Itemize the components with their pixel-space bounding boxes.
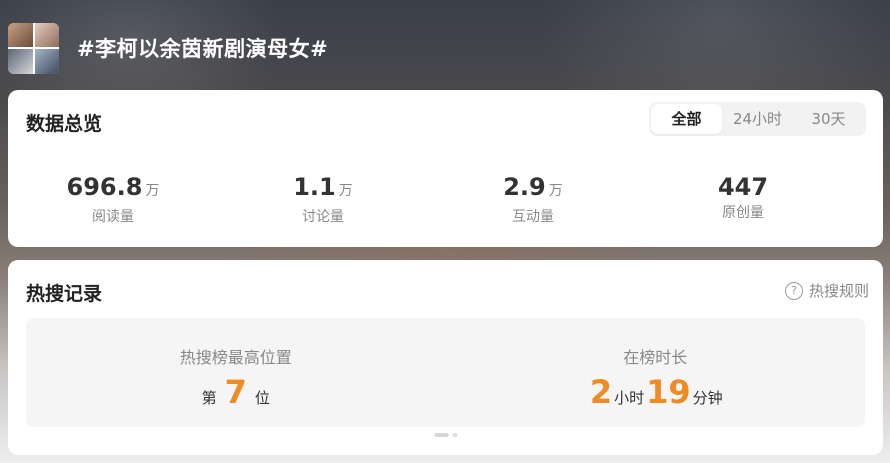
stat-originals: 447 原创量 <box>638 172 848 226</box>
thumbnail-tile <box>8 49 33 74</box>
peak-rank-number: 7 <box>224 373 247 411</box>
stat-value: 1.1 万 <box>218 172 428 206</box>
minutes-number: 19 <box>646 373 691 411</box>
tab-all[interactable]: 全部 <box>651 104 722 134</box>
minutes-unit: 分钟 <box>692 389 723 407</box>
topic-thumbnail[interactable] <box>8 22 59 74</box>
peak-suffix: 位 <box>254 389 270 407</box>
stat-value: 2.9 万 <box>428 172 638 206</box>
stat-label: 讨论量 <box>302 209 344 225</box>
topic-header: #李柯以余茵新剧演母女# <box>8 22 328 74</box>
hot-search-title: 热搜记录 <box>26 283 103 305</box>
overview-card: 数据总览 全部 24小时 30天 696.8 万 阅读量 1.1 万 讨论量 2.9… <box>8 90 883 247</box>
question-circle-icon: ? <box>784 281 803 300</box>
peak-position: 热搜榜最高位置 第 7 位 <box>26 318 446 427</box>
tab-24h[interactable]: 24小时 <box>722 104 793 134</box>
thumbnail-tile <box>8 22 33 47</box>
stat-value: 696.8 万 <box>8 172 218 206</box>
carousel-indicator <box>434 433 457 437</box>
thumbnail-tile <box>34 22 59 47</box>
overview-title: 数据总览 <box>26 113 103 135</box>
stat-unit: 万 <box>145 183 160 199</box>
stat-unit: 万 <box>338 183 353 199</box>
topic-title: #李柯以余茵新剧演母女# <box>77 37 329 61</box>
time-on-list-value: 2 小时 19 分钟 <box>446 374 866 410</box>
hours-unit: 小时 <box>614 389 645 407</box>
stat-unit: 万 <box>548 183 563 199</box>
stat-reads: 696.8 万 阅读量 <box>8 172 218 226</box>
stat-label: 互动量 <box>512 209 554 225</box>
peak-position-value: 第 7 位 <box>26 374 446 410</box>
stat-label: 阅读量 <box>92 209 134 225</box>
stat-interactions: 2.9 万 互动量 <box>428 172 638 226</box>
stat-discussions: 1.1 万 讨论量 <box>218 172 428 226</box>
indicator-dot-active[interactable] <box>434 433 448 437</box>
hot-search-rules-link[interactable]: ? 热搜规则 <box>784 280 869 301</box>
time-on-list-label: 在榜时长 <box>623 348 688 367</box>
stats-row: 696.8 万 阅读量 1.1 万 讨论量 2.9 万 互动量 447 原创量 <box>8 172 883 226</box>
rules-label: 热搜规则 <box>808 282 869 300</box>
stat-value: 447 <box>638 172 848 202</box>
time-on-list: 在榜时长 2 小时 19 分钟 <box>446 318 866 427</box>
hot-search-card: 热搜记录 ? 热搜规则 热搜榜最高位置 第 7 位 在榜时长 2 小时 19 分… <box>8 260 883 455</box>
stat-label: 原创量 <box>722 205 764 221</box>
time-range-selector: 全部 24小时 30天 <box>649 102 866 136</box>
stat-number: 1.1 <box>293 173 336 201</box>
indicator-dot[interactable] <box>452 433 457 437</box>
stat-number: 696.8 <box>66 173 143 201</box>
peak-position-label: 热搜榜最高位置 <box>179 348 292 367</box>
hours-number: 2 <box>589 373 613 411</box>
hot-search-record-panel: 热搜榜最高位置 第 7 位 在榜时长 2 小时 19 分钟 <box>26 318 865 427</box>
thumbnail-tile <box>34 49 59 74</box>
stat-number: 447 <box>717 173 769 201</box>
stat-number: 2.9 <box>503 173 546 201</box>
peak-prefix: 第 <box>201 389 217 407</box>
tab-30d[interactable]: 30天 <box>793 104 864 134</box>
